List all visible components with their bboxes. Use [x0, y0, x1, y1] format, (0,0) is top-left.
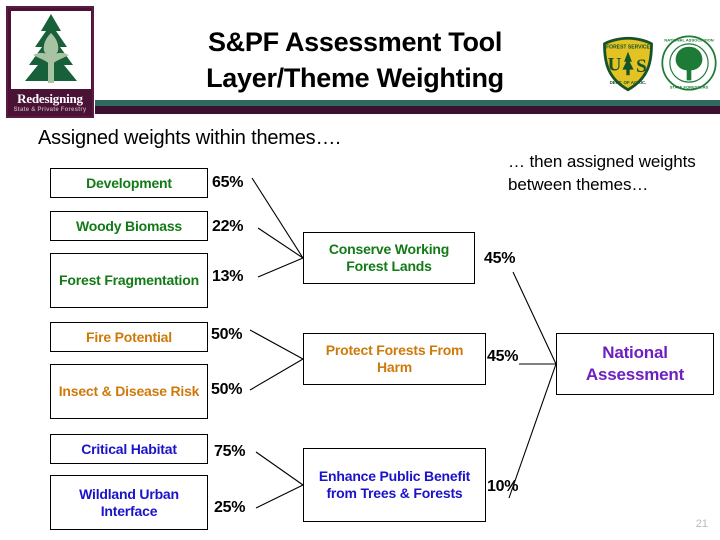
- svg-text:FOREST SERVICE: FOREST SERVICE: [606, 44, 650, 50]
- svg-text:NATIONAL ASSOCIATION: NATIONAL ASSOCIATION: [664, 38, 713, 43]
- layer-label: Woody Biomass: [75, 217, 183, 234]
- layer-box-fire-potential[interactable]: Fire Potential: [50, 322, 208, 352]
- svg-text:STATE FORESTERS: STATE FORESTERS: [670, 85, 709, 90]
- pine-tree-icon: [11, 11, 91, 89]
- theme-weight-enhance: 10%: [487, 478, 519, 495]
- theme-weight-conserve: 45%: [484, 250, 516, 267]
- layer-box-critical-habitat[interactable]: Critical Habitat: [50, 434, 208, 464]
- logo-subtitle: State & Private Forestry: [13, 107, 87, 113]
- slide-number: 21: [695, 518, 708, 530]
- layer-label: Critical Habitat: [81, 440, 177, 457]
- svg-text:U: U: [608, 55, 622, 76]
- title-line-1: S&PF Assessment Tool: [207, 27, 503, 57]
- header-divider-purple: [95, 106, 720, 114]
- result-box-national-assessment[interactable]: National Assessment: [556, 333, 714, 395]
- layer-box-development[interactable]: Development: [50, 168, 208, 198]
- lead-text-left: Assigned weights within themes….: [38, 127, 341, 149]
- page-title: S&PF Assessment Tool Layer/Theme Weighti…: [120, 24, 590, 96]
- svg-text:S: S: [636, 56, 647, 77]
- theme-box-enhance-public-benefit[interactable]: Enhance Public Benefit from Trees & Fore…: [303, 448, 486, 522]
- layer-weight-fire-potential: 50%: [211, 326, 243, 343]
- theme-box-conserve-working-forest-lands[interactable]: Conserve Working Forest Lands: [303, 232, 475, 284]
- layer-box-insect-disease-risk[interactable]: Insect & Disease Risk: [50, 364, 208, 419]
- layer-weight-forest-fragmentation: 13%: [212, 268, 244, 285]
- layer-label: Development: [86, 174, 172, 191]
- layer-weight-woody-biomass: 22%: [212, 218, 244, 235]
- theme-box-protect-forests-from-harm[interactable]: Protect Forests From Harm: [303, 333, 486, 385]
- redesigning-logo: Redesigning State & Private Forestry: [6, 6, 94, 118]
- result-label: National Assessment: [585, 343, 685, 384]
- layer-weight-wildland-urban-interface: 25%: [214, 499, 246, 516]
- us-forest-service-shield-icon: FOREST SERVICE U S DEPT. OF AGRIC.: [603, 36, 653, 92]
- layer-weight-development: 65%: [212, 174, 244, 191]
- theme-label: Protect Forests From Harm: [325, 342, 464, 375]
- lead-text-right: … then assigned weights between themes…: [508, 152, 696, 194]
- layer-label: Forest Fragmentation: [59, 272, 199, 288]
- layer-box-forest-fragmentation[interactable]: Forest Fragmentation: [50, 253, 208, 308]
- theme-label: Conserve Working Forest Lands: [328, 241, 450, 274]
- layer-label: Insect & Disease Risk: [58, 383, 200, 399]
- tree-circle-emblem-icon: NATIONAL ASSOCIATION STATE FORESTERS: [661, 35, 717, 91]
- layer-box-woody-biomass[interactable]: Woody Biomass: [50, 211, 208, 241]
- theme-weight-protect: 45%: [487, 348, 519, 365]
- layer-weight-critical-habitat: 75%: [214, 443, 246, 460]
- title-line-2: Layer/Theme Weighting: [206, 63, 504, 93]
- layer-weight-insect-disease-risk: 50%: [211, 381, 243, 398]
- svg-text:DEPT. OF AGRIC.: DEPT. OF AGRIC.: [610, 80, 647, 85]
- layer-label: Wildland Urban Interface: [79, 485, 179, 519]
- layer-box-wildland-urban-interface[interactable]: Wildland Urban Interface: [50, 475, 208, 530]
- theme-label: Enhance Public Benefit from Trees & Fore…: [318, 468, 471, 501]
- slide-canvas: Redesigning State & Private Forestry S&P…: [0, 0, 720, 540]
- logo-wordmark: Redesigning: [17, 91, 83, 106]
- layer-label: Fire Potential: [86, 328, 172, 345]
